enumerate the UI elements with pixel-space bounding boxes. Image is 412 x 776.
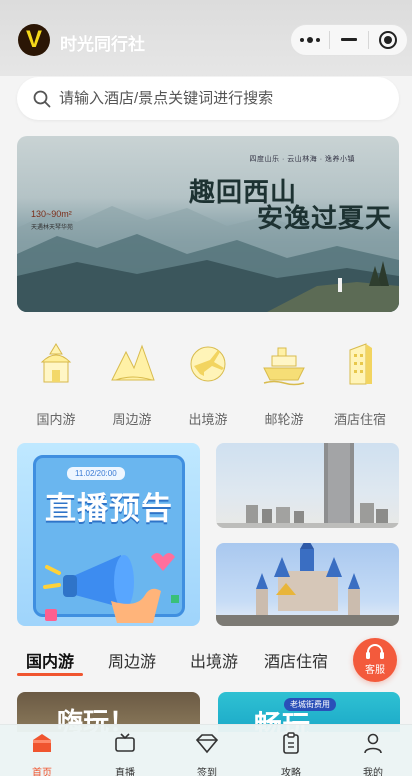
nav-checkin[interactable]: 签到 [177,731,237,776]
hero-banner[interactable]: 四度山乐 · 云山林海 · 逸养小镇 趣回西山 安逸过夏天 130~90m² 天… [17,136,399,312]
tab-nearby[interactable]: 周边游 [108,648,156,672]
category-domestic[interactable]: 国内游 [18,336,94,427]
app-title: 时光同行社 [60,35,145,54]
tab-outbound[interactable]: 出境游 [190,648,238,672]
tab-domestic[interactable]: 国内游 [26,648,74,672]
category-label: 邮轮游 [264,412,304,427]
live-title: 直播预告 [45,491,173,526]
search-input[interactable] [59,90,379,107]
temple-icon [40,343,72,383]
customer-service-button[interactable]: 客服 [353,638,397,682]
category-label: 周边游 [112,412,152,427]
clipboard-icon [283,732,299,754]
nav-label: 直播 [115,768,135,776]
more-button[interactable] [291,25,329,55]
city-skyline-image [216,443,399,528]
search-icon [33,90,51,107]
live-time: 11.02/20:00 [67,467,125,480]
castle-image [216,543,399,626]
tab-hotel[interactable]: 酒店住宿 [264,648,328,672]
header-bar: V 时光同行社 [0,0,412,76]
nav-guide[interactable]: 攻略 [261,731,321,776]
banner-headline-2: 安逸过夏天 [257,204,393,234]
active-tab-indicator [17,673,83,676]
nav-live[interactable]: 直播 [95,731,155,776]
category-outbound[interactable]: 出境游 [170,336,246,427]
close-button[interactable] [369,25,407,55]
category-tabs: 国内游 周边游 出境游 酒店住宿 [0,640,412,680]
banner-area: 130~90m² [31,209,72,219]
tv-icon [115,733,135,752]
target-close-icon [379,31,397,49]
bottom-navigation: 首页 直播 签到 攻略 我的 [0,724,412,776]
megaphone-icon [43,553,179,623]
nav-label: 我的 [363,768,383,776]
nav-label: 首页 [32,768,52,776]
live-preview-card[interactable]: 11.02/20:00 直播预告 [17,443,200,626]
category-hotel[interactable]: 酒店住宿 [322,336,398,427]
city-skyline-card[interactable] [216,443,399,528]
mountain-icon [111,344,155,381]
person-icon [364,733,382,754]
more-dots-icon [300,37,320,43]
minimize-button[interactable] [330,25,368,55]
customer-service-label: 客服 [365,665,385,676]
nav-profile[interactable]: 我的 [343,731,403,776]
cruise-ship-icon [263,347,305,386]
hotel-building-icon [349,343,372,385]
plane-globe-icon [190,346,226,382]
search-bar[interactable] [17,77,399,120]
castle-card[interactable] [216,543,399,626]
category-label: 酒店住宿 [333,412,386,427]
banner-tagline: 四度山乐 · 云山林海 · 逸养小镇 [249,156,355,163]
logo-letter: V [25,26,42,53]
category-cruise[interactable]: 邮轮游 [246,336,322,427]
headset-icon [366,644,384,659]
diamond-icon [195,734,219,754]
category-nearby[interactable]: 周边游 [94,336,170,427]
category-grid: 国内游 周边游 出境游 邮轮游 酒店住宿 [0,336,412,427]
category-label: 出境游 [188,412,228,427]
nav-label: 签到 [197,768,217,776]
nav-home[interactable]: 首页 [12,731,72,776]
home-icon [33,734,51,752]
nav-label: 攻略 [281,768,301,776]
minimize-icon [341,38,357,41]
banner-area-subtitle: 天遇林天琴华苑 [31,225,74,231]
mini-program-capsule [290,24,408,56]
category-label: 国内游 [36,412,76,427]
app-logo[interactable]: V [18,24,50,56]
